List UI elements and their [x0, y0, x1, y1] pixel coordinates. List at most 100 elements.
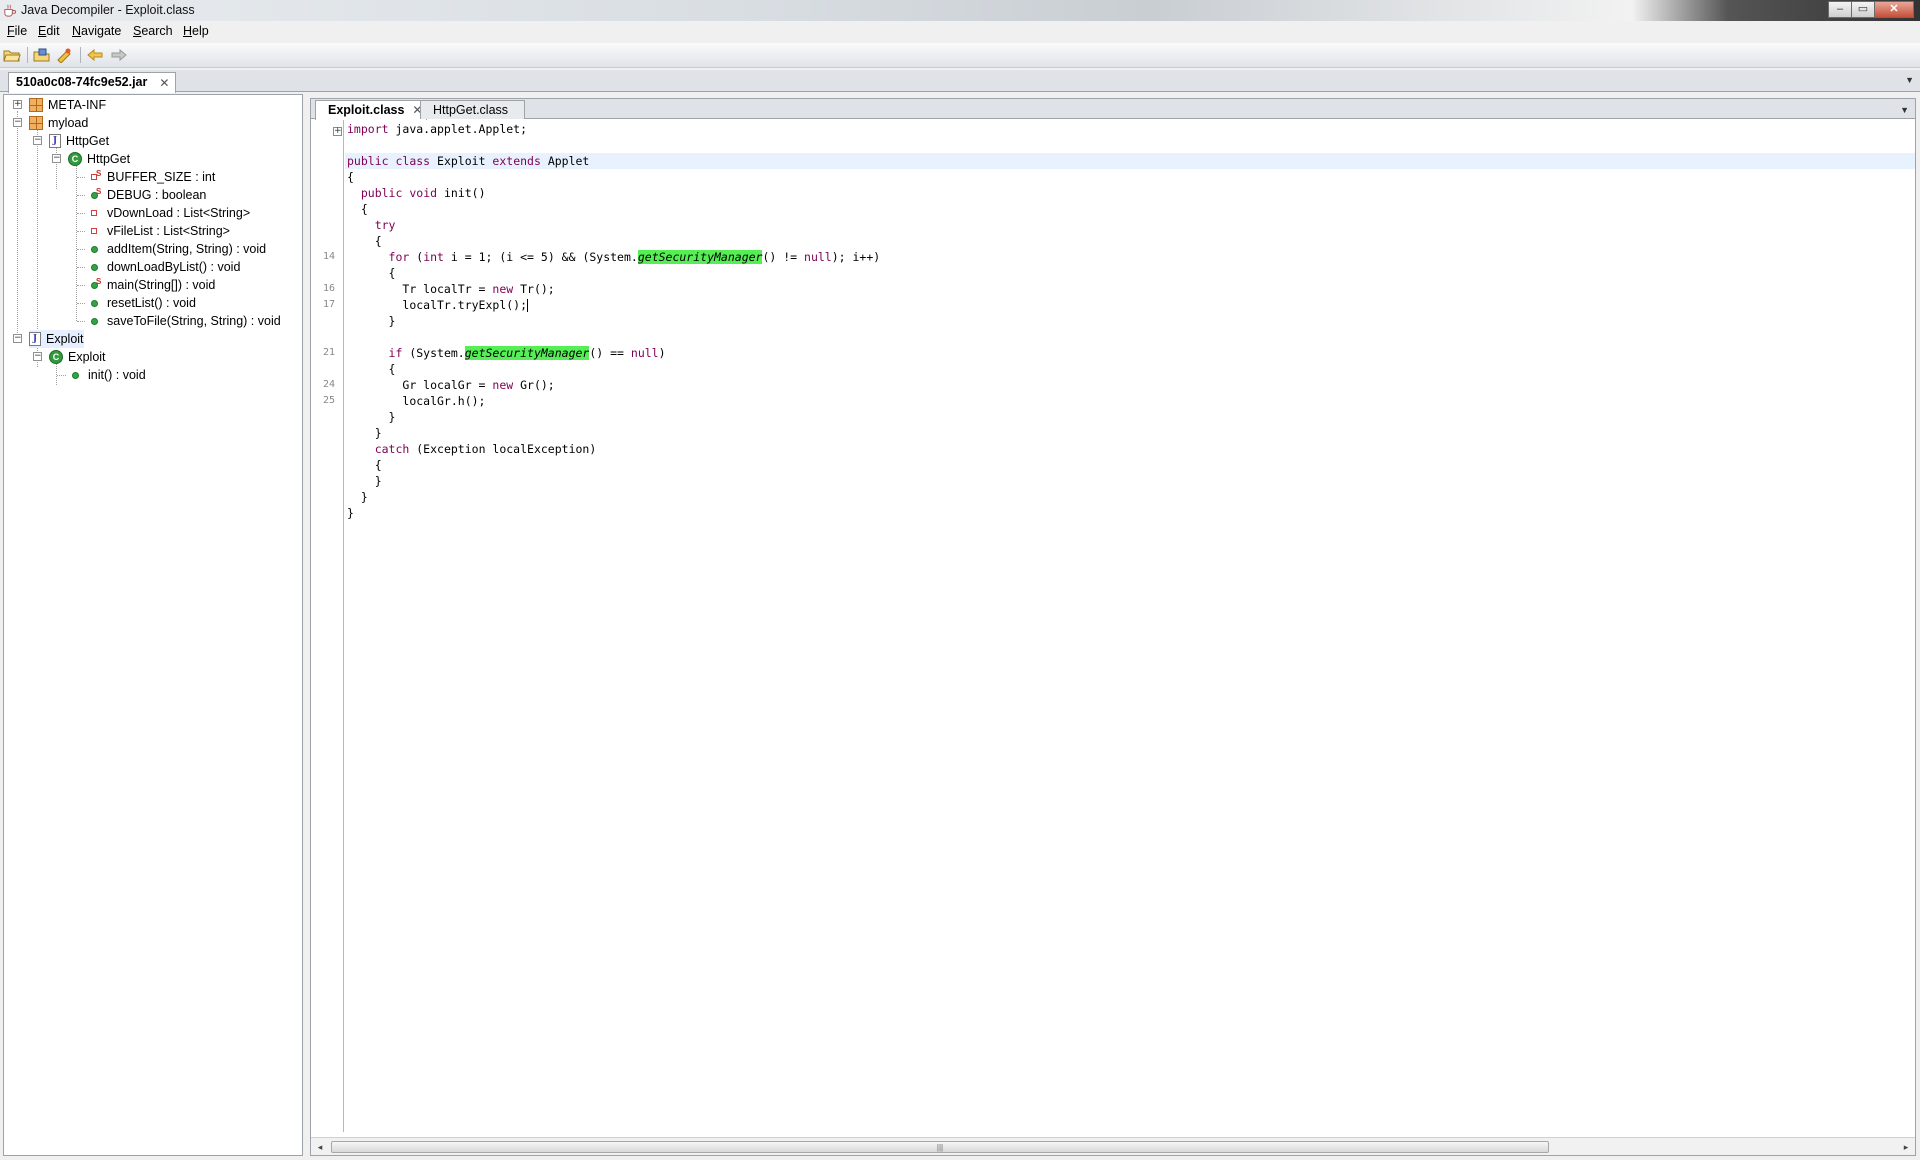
- tree-node-member[interactable]: resetList() : void: [87, 294, 196, 312]
- tab-list-dropdown-icon[interactable]: ▼: [1900, 105, 1909, 115]
- tree-guide: [77, 231, 85, 232]
- keyword: null: [630, 346, 659, 360]
- tree-node-label: Exploit: [68, 350, 106, 364]
- horizontal-scrollbar[interactable]: ◂ ||| ▸: [311, 1137, 1915, 1155]
- method-icon-wrap: [87, 263, 107, 271]
- code-line: }: [345, 409, 1915, 425]
- tree-node-exploit-file[interactable]: J Exploit: [29, 330, 84, 348]
- tree-node-exploit-class[interactable]: C Exploit: [49, 348, 106, 366]
- tree-node-httpget-class[interactable]: C HttpGet: [68, 150, 130, 168]
- code-text: (: [409, 250, 424, 264]
- tree-node-label: main(String[]) : void: [107, 278, 216, 292]
- maximize-button[interactable]: ▭: [1851, 1, 1875, 18]
- tree-guide: [77, 249, 85, 250]
- code-line: for (int i = 1; (i <= 5) && (System.getS…: [345, 249, 1915, 265]
- tab-httpget-class[interactable]: HttpGet.class: [420, 100, 526, 119]
- editor-panel: Exploit.class ✕ HttpGet.class ▼ + 14 16 …: [310, 98, 1916, 1156]
- tab-jar-archive[interactable]: 510a0c08-74fc9e52.jar ✕: [8, 72, 177, 93]
- code-line: }: [345, 489, 1915, 505]
- code-line: try: [345, 217, 1915, 233]
- line-number: 25: [322, 395, 335, 406]
- method-icon: [91, 263, 98, 271]
- tree-guide: [56, 363, 57, 385]
- open-type-hierarchy-icon[interactable]: [55, 47, 73, 63]
- text-caret: [527, 299, 529, 312]
- tab-exploit-class[interactable]: Exploit.class ✕: [315, 100, 428, 120]
- code-line: if (System.getSecurityManager() == null): [345, 345, 1915, 361]
- menu-navigate[interactable]: Navigate: [72, 24, 121, 38]
- collapse-toggle-icon[interactable]: −: [33, 352, 42, 361]
- code-text: {: [374, 234, 382, 248]
- menu-edit[interactable]: Edit: [38, 24, 60, 38]
- close-tab-icon[interactable]: ✕: [159, 76, 169, 90]
- code-line: }: [345, 473, 1915, 489]
- field-icon: [91, 210, 97, 216]
- static-field-icon: S: [87, 169, 107, 180]
- keyword: extends: [492, 154, 541, 168]
- menu-file[interactable]: File: [7, 24, 27, 38]
- forward-icon[interactable]: [110, 47, 128, 63]
- tree-node-member[interactable]: vDownLoad : List<String>: [87, 204, 250, 222]
- method-icon-wrap: [68, 371, 88, 379]
- tree-node-label: Exploit: [46, 332, 84, 346]
- tree-node-label: resetList() : void: [107, 296, 196, 310]
- collapse-toggle-icon[interactable]: −: [13, 118, 22, 127]
- scroll-left-icon[interactable]: ◂: [313, 1140, 327, 1154]
- tree-node-label: HttpGet: [66, 134, 110, 148]
- code-line: }: [345, 425, 1915, 441]
- open-type-icon[interactable]: [33, 47, 51, 63]
- tree-node-member[interactable]: downLoadByList() : void: [87, 258, 240, 276]
- tree-node-meta-inf[interactable]: META-INF: [29, 96, 106, 114]
- line-number: 24: [322, 379, 335, 390]
- menu-search[interactable]: Search: [133, 24, 173, 38]
- expand-toggle-icon[interactable]: +: [13, 100, 22, 109]
- code-text: {: [374, 458, 382, 472]
- tree-node-member[interactable]: S BUFFER_SIZE : int: [87, 168, 215, 186]
- keyword: public: [360, 186, 403, 200]
- code-text: Applet: [540, 154, 590, 168]
- code-line: {: [345, 169, 1915, 185]
- menu-help-accel: H: [183, 24, 193, 38]
- line-number: 16: [322, 283, 335, 294]
- fold-expand-icon[interactable]: +: [333, 127, 342, 136]
- tree-node-httpget-file[interactable]: J HttpGet: [49, 132, 109, 150]
- search-highlight: getSecurityManager: [637, 250, 763, 264]
- scrollbar-thumb[interactable]: |||: [331, 1141, 1549, 1153]
- line-number-gutter: + 14 16 17 21 24 25: [311, 120, 344, 1132]
- code-line: catch (Exception localException): [345, 441, 1915, 457]
- tree-node-member[interactable]: S main(String[]) : void: [87, 276, 215, 294]
- package-icon: [29, 98, 43, 112]
- close-window-button[interactable]: ✕: [1874, 1, 1914, 18]
- tree-node-label: DEBUG : boolean: [107, 188, 207, 202]
- code-text: }: [360, 490, 368, 504]
- scroll-right-icon[interactable]: ▸: [1899, 1140, 1913, 1154]
- private-field-icon: [87, 228, 107, 234]
- java-file-icon: J: [29, 332, 41, 346]
- code-text: () !=: [762, 250, 805, 264]
- tree-node-member[interactable]: init() : void: [68, 366, 146, 384]
- tree-node-label: myload: [48, 116, 89, 130]
- collapse-toggle-icon[interactable]: −: [33, 136, 42, 145]
- tree-node-member[interactable]: vFileList : List<String>: [87, 222, 230, 240]
- collapse-toggle-icon[interactable]: −: [13, 334, 22, 343]
- back-icon[interactable]: [86, 47, 104, 63]
- code-text: Tr localTr =: [402, 282, 493, 296]
- tab-list-dropdown-icon[interactable]: ▼: [1905, 75, 1914, 85]
- collapse-toggle-icon[interactable]: −: [52, 154, 61, 163]
- code-view[interactable]: import java.applet.Applet; public class …: [345, 120, 1915, 1132]
- code-text: (System.: [402, 346, 465, 360]
- minimize-button[interactable]: –: [1828, 1, 1852, 18]
- tree-node-label: HttpGet: [87, 152, 131, 166]
- tree-guide: [77, 195, 85, 196]
- code-line: localGr.h();: [345, 393, 1915, 409]
- static-marker: S: [96, 169, 102, 178]
- tree-node-member[interactable]: saveToFile(String, String) : void: [87, 312, 281, 330]
- tree-node-member[interactable]: addItem(String, String) : void: [87, 240, 266, 258]
- code-text: localTr.tryExpl();: [402, 298, 528, 312]
- method-icon: [91, 317, 98, 325]
- keyword: void: [409, 186, 438, 200]
- tree-node-myload[interactable]: myload: [29, 114, 88, 132]
- menu-help[interactable]: Help: [183, 24, 209, 38]
- tree-node-member[interactable]: S DEBUG : boolean: [87, 186, 206, 204]
- open-file-icon[interactable]: [3, 47, 21, 63]
